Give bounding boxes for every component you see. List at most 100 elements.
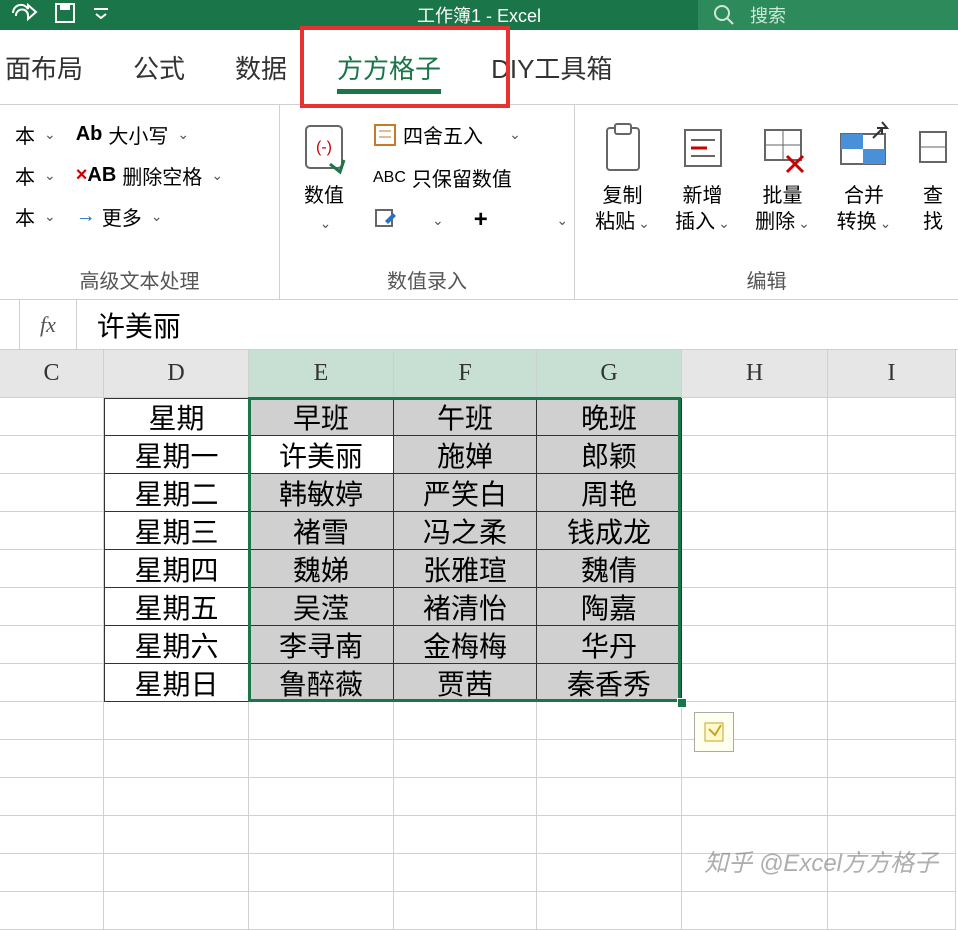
cell[interactable] [394,854,537,892]
cell[interactable]: 魏倩 [537,550,682,588]
cell[interactable]: 严笑白 [394,474,537,512]
cell[interactable] [828,512,956,550]
cell[interactable] [828,702,956,740]
cell[interactable] [682,664,828,702]
cell[interactable] [0,816,104,854]
cell[interactable] [537,816,682,854]
cell[interactable] [0,626,104,664]
formula-input[interactable]: 许美丽 [76,300,958,349]
cell[interactable] [0,512,104,550]
col-header-d[interactable]: D [104,350,249,398]
cell[interactable] [828,778,956,816]
cell[interactable] [537,702,682,740]
cell[interactable] [0,588,104,626]
undo-icon[interactable] [10,3,38,28]
cell[interactable] [394,778,537,816]
cell[interactable]: 张雅瑄 [394,550,537,588]
cell[interactable] [828,588,956,626]
tab-ffgz[interactable]: 方方格子 [312,30,466,104]
cell[interactable] [104,778,249,816]
cell[interactable]: 冯之柔 [394,512,537,550]
cell[interactable]: 钱成龙 [537,512,682,550]
text-btn-1[interactable]: 本⌄ [15,120,56,149]
cell[interactable] [537,854,682,892]
cell[interactable] [249,702,394,740]
cell[interactable] [682,588,828,626]
tab-diy-toolbox[interactable]: DIY工具箱 [466,30,637,104]
cell[interactable]: 星期三 [104,512,249,550]
tab-data[interactable]: 数据 [210,30,312,104]
cell[interactable] [828,626,956,664]
cell[interactable]: 星期五 [104,588,249,626]
cell[interactable] [0,702,104,740]
cell[interactable]: 早班 [249,398,394,436]
cell[interactable] [0,854,104,892]
cell[interactable]: 金梅梅 [394,626,537,664]
col-header-h[interactable]: H [682,350,828,398]
cell[interactable]: 陶嘉 [537,588,682,626]
cell[interactable] [682,892,828,930]
cell[interactable]: 华丹 [537,626,682,664]
merge-convert-button[interactable]: 合并转换⌄ [825,115,903,240]
cell[interactable] [0,398,104,436]
cell[interactable] [0,778,104,816]
search-box[interactable]: 搜索 [698,0,958,30]
cell[interactable]: 星期六 [104,626,249,664]
cell[interactable]: 星期日 [104,664,249,702]
tab-formula[interactable]: 公式 [108,30,210,104]
name-box[interactable] [0,300,20,349]
cell[interactable]: 星期 [104,398,249,436]
cell[interactable]: 周艳 [537,474,682,512]
cell[interactable] [104,702,249,740]
cell[interactable] [537,740,682,778]
cell[interactable] [682,512,828,550]
cell[interactable] [828,474,956,512]
cell[interactable] [828,550,956,588]
cell[interactable] [682,778,828,816]
cell[interactable] [828,664,956,702]
cell[interactable] [682,626,828,664]
cell[interactable] [682,436,828,474]
case-button[interactable]: Ab 大小写⌄ [76,120,223,149]
keep-numeric-button[interactable]: ABC 只保留数值 [373,163,568,192]
cell[interactable] [394,740,537,778]
cell[interactable]: 褚清怡 [394,588,537,626]
cell[interactable] [828,892,956,930]
cell[interactable] [394,816,537,854]
cell[interactable] [249,816,394,854]
col-header-g[interactable]: G [537,350,682,398]
cell[interactable] [249,892,394,930]
save-icon[interactable] [53,1,77,30]
cell[interactable]: 魏娣 [249,550,394,588]
selection-handle[interactable] [677,698,687,708]
more-button[interactable]: → 更多⌄ [76,202,223,231]
edit-sub-button[interactable]: ⌄ + ⌄ [373,206,568,234]
text-btn-2[interactable]: 本⌄ [15,161,56,190]
col-header-e[interactable]: E [249,350,394,398]
cell[interactable] [104,892,249,930]
cell[interactable] [682,474,828,512]
cell[interactable] [0,892,104,930]
insert-button[interactable]: 新增插入⌄ [665,115,740,240]
cell[interactable] [0,664,104,702]
cell[interactable]: 星期二 [104,474,249,512]
fx-label[interactable]: fx [20,312,76,338]
col-header-i[interactable]: I [828,350,956,398]
cell[interactable]: 褚雪 [249,512,394,550]
col-header-c[interactable]: C [0,350,104,398]
cell[interactable] [0,474,104,512]
cell[interactable] [0,436,104,474]
cell[interactable]: 贾茜 [394,664,537,702]
cell[interactable]: 郎颖 [537,436,682,474]
batch-delete-button[interactable]: 批量删除⌄ [745,115,820,240]
cell[interactable] [682,550,828,588]
cell[interactable] [0,550,104,588]
cell[interactable]: 晚班 [537,398,682,436]
cell[interactable] [828,740,956,778]
cell[interactable] [0,740,104,778]
find-button[interactable]: 查找 [908,115,948,240]
cell[interactable] [249,854,394,892]
paste-options-icon[interactable] [694,712,734,752]
cell[interactable] [249,778,394,816]
col-header-f[interactable]: F [394,350,537,398]
